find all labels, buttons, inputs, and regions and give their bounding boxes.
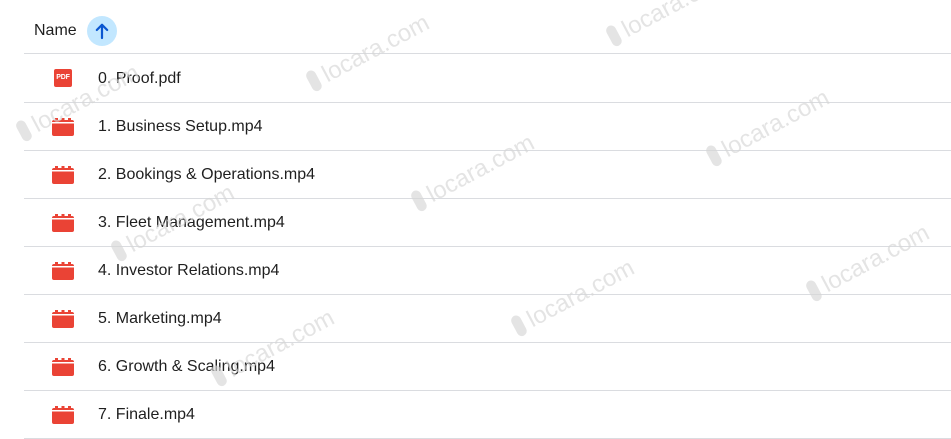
video-icon [52,358,74,376]
video-icon [52,262,74,280]
file-row[interactable]: 1. Business Setup.mp4 [24,103,951,151]
name-column-header[interactable]: Name [34,22,77,40]
column-header: Name [24,7,951,54]
file-name: 3. Fleet Management.mp4 [98,214,285,231]
file-row[interactable]: 2. Bookings & Operations.mp4 [24,151,951,199]
video-icon [52,406,74,424]
file-name: 4. Investor Relations.mp4 [98,262,280,279]
file-row[interactable]: PDF 0. Proof.pdf [24,55,951,103]
file-name: 6. Growth & Scaling.mp4 [98,358,275,375]
file-name: 2. Bookings & Operations.mp4 [98,166,316,183]
video-icon [52,166,74,184]
file-name: 0. Proof.pdf [98,70,181,87]
file-list: PDF 0. Proof.pdf 1. Business Setup.mp4 2… [24,55,951,439]
file-row[interactable]: 3. Fleet Management.mp4 [24,199,951,247]
arrow-up-icon [95,23,109,40]
file-row[interactable]: 6. Growth & Scaling.mp4 [24,343,951,391]
file-row[interactable]: 4. Investor Relations.mp4 [24,247,951,295]
file-name: 5. Marketing.mp4 [98,310,222,327]
file-name: 1. Business Setup.mp4 [98,118,263,135]
file-list-page: Name PDF 0. Proof.pdf 1. Business Setup.… [0,0,951,439]
pdf-icon: PDF [54,69,72,87]
video-icon [52,214,74,232]
file-name: 7. Finale.mp4 [98,406,195,423]
file-row[interactable]: 5. Marketing.mp4 [24,295,951,343]
file-row[interactable]: 7. Finale.mp4 [24,391,951,439]
video-icon [52,118,74,136]
video-icon [52,310,74,328]
sort-ascending-button[interactable] [87,16,117,46]
